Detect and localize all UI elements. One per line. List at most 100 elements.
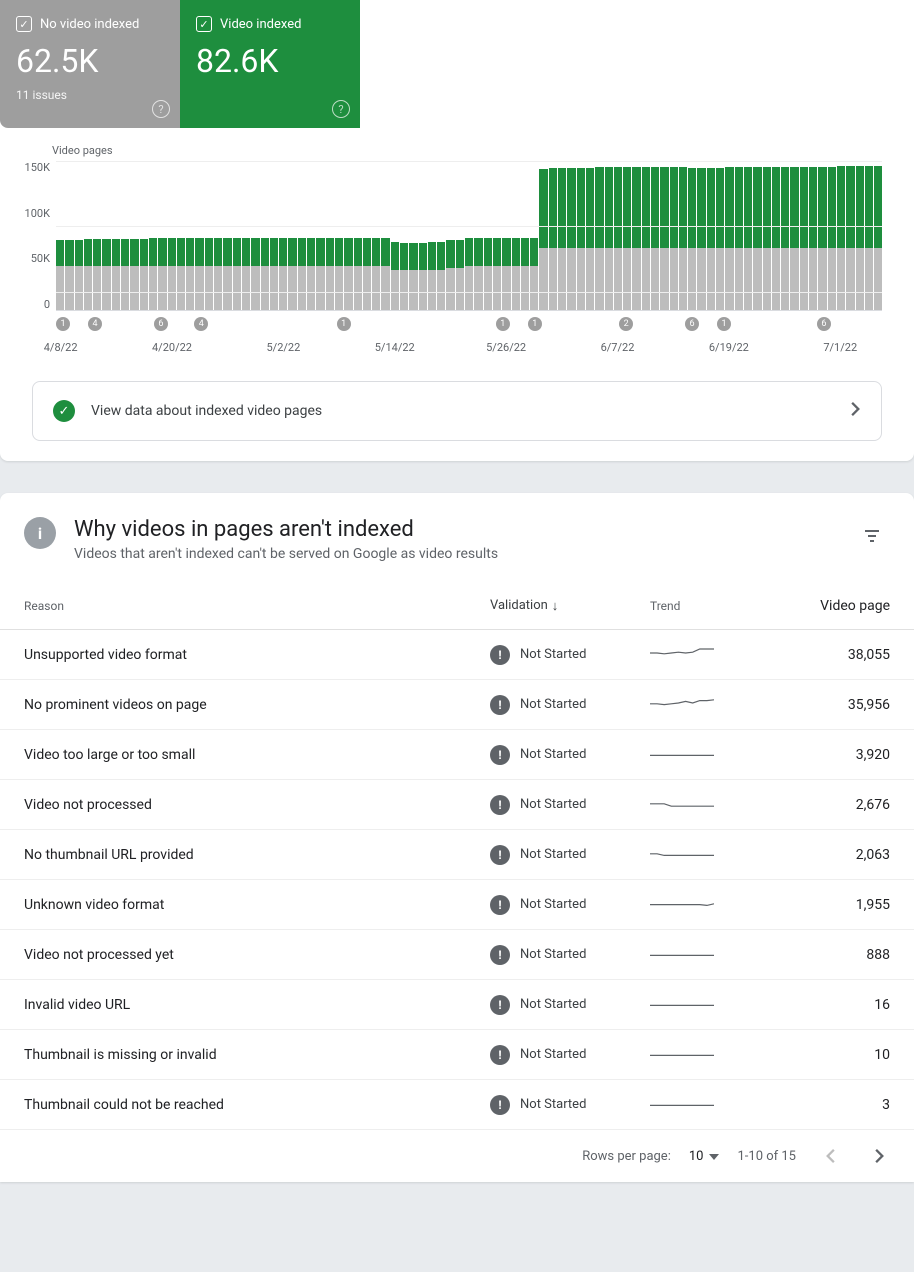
chart-bar[interactable] xyxy=(790,161,798,310)
chart-bar[interactable] xyxy=(214,161,222,310)
chart-bar[interactable] xyxy=(521,161,529,310)
table-row[interactable]: Unsupported video format!Not Started38,0… xyxy=(0,630,914,680)
chart-bar[interactable] xyxy=(679,161,687,310)
chart-bar[interactable] xyxy=(344,161,352,310)
help-icon[interactable]: ? xyxy=(152,100,170,118)
chart-bar[interactable] xyxy=(605,161,613,310)
event-badge[interactable]: 1 xyxy=(717,317,731,331)
chart-bar[interactable] xyxy=(660,161,668,310)
stat-card-no-video-indexed[interactable]: ✓ No video indexed 62.5K 11 issues ? xyxy=(0,0,180,128)
chart-bar[interactable] xyxy=(428,161,436,310)
chart-bar[interactable] xyxy=(112,161,120,310)
stat-card-video-indexed[interactable]: ✓ Video indexed 82.6K ? xyxy=(180,0,360,128)
chart-bar[interactable] xyxy=(326,161,334,310)
chart-bar[interactable] xyxy=(354,161,362,310)
chart-bar[interactable] xyxy=(84,161,92,310)
chart-bar[interactable] xyxy=(56,161,64,310)
chart-bar[interactable] xyxy=(381,161,389,310)
chart-bar[interactable] xyxy=(149,161,157,310)
chart-bar[interactable] xyxy=(93,161,101,310)
chart-bar[interactable] xyxy=(251,161,259,310)
chart-bar[interactable] xyxy=(512,161,520,310)
chart-bar[interactable] xyxy=(549,161,557,310)
chart-bar[interactable] xyxy=(530,161,538,310)
chart-bar[interactable] xyxy=(753,161,761,310)
chart-bar[interactable] xyxy=(446,161,454,310)
chart-bar[interactable] xyxy=(558,161,566,310)
chart-bar[interactable] xyxy=(697,161,705,310)
chart-bar[interactable] xyxy=(781,161,789,310)
chart-bar[interactable] xyxy=(391,161,399,310)
chart-bar[interactable] xyxy=(205,161,213,310)
event-badge[interactable]: 1 xyxy=(337,317,351,331)
chart-bar[interactable] xyxy=(809,161,817,310)
col-header-pages[interactable]: Video page xyxy=(770,598,890,614)
table-row[interactable]: Invalid video URL!Not Started16 xyxy=(0,980,914,1030)
chart-bar[interactable] xyxy=(874,161,882,310)
chart-bar[interactable] xyxy=(707,161,715,310)
chart-bar[interactable] xyxy=(195,161,203,310)
chart-bar[interactable] xyxy=(242,161,250,310)
chart-bar[interactable] xyxy=(632,161,640,310)
chart-bar[interactable] xyxy=(121,161,129,310)
rows-per-page-select[interactable]: 10 xyxy=(689,1149,720,1164)
event-badge[interactable]: 2 xyxy=(619,317,633,331)
table-row[interactable]: Video not processed!Not Started2,676 xyxy=(0,780,914,830)
chart-bar[interactable] xyxy=(735,161,743,310)
chart-bar[interactable] xyxy=(465,161,473,310)
chart-bar[interactable] xyxy=(65,161,73,310)
event-badge[interactable]: 1 xyxy=(496,317,510,331)
chart-bar[interactable] xyxy=(168,161,176,310)
chart-bar[interactable] xyxy=(335,161,343,310)
chart-bar[interactable] xyxy=(484,161,492,310)
col-header-validation[interactable]: Validation ↓ xyxy=(490,598,650,614)
chart-bar[interactable] xyxy=(577,161,585,310)
table-row[interactable]: Unknown video format!Not Started1,955 xyxy=(0,880,914,930)
event-badge[interactable]: 1 xyxy=(56,317,70,331)
chart-bar[interactable] xyxy=(623,161,631,310)
chart-bar[interactable] xyxy=(419,161,427,310)
col-header-trend[interactable]: Trend xyxy=(650,599,770,613)
chart-bar[interactable] xyxy=(586,161,594,310)
chart-bar[interactable] xyxy=(688,161,696,310)
chart-bar[interactable] xyxy=(223,161,231,310)
event-badge[interactable]: 6 xyxy=(154,317,168,331)
table-row[interactable]: Thumbnail is missing or invalid!Not Star… xyxy=(0,1030,914,1080)
event-badge[interactable]: 4 xyxy=(194,317,208,331)
chart-bar[interactable] xyxy=(316,161,324,310)
chart-bar[interactable] xyxy=(474,161,482,310)
table-row[interactable]: Video not processed yet!Not Started888 xyxy=(0,930,914,980)
col-header-reason[interactable]: Reason xyxy=(24,599,490,613)
next-page-button[interactable] xyxy=(864,1140,896,1172)
chart-bar[interactable] xyxy=(725,161,733,310)
chart-bar[interactable] xyxy=(409,161,417,310)
chart-bar[interactable] xyxy=(493,161,501,310)
chart-bar[interactable] xyxy=(539,161,547,310)
chart-bar[interactable] xyxy=(363,161,371,310)
chart-bar[interactable] xyxy=(279,161,287,310)
chart-bar[interactable] xyxy=(75,161,83,310)
chart-bar[interactable] xyxy=(270,161,278,310)
chart-bar[interactable] xyxy=(856,161,864,310)
chart-bar[interactable] xyxy=(437,161,445,310)
event-badge[interactable]: 4 xyxy=(88,317,102,331)
chart-bar[interactable] xyxy=(130,161,138,310)
chart-bar[interactable] xyxy=(800,161,808,310)
view-indexed-data-banner[interactable]: ✓ View data about indexed video pages xyxy=(32,381,882,441)
chart-bar[interactable] xyxy=(865,161,873,310)
table-row[interactable]: No prominent videos on page!Not Started3… xyxy=(0,680,914,730)
table-row[interactable]: Thumbnail could not be reached!Not Start… xyxy=(0,1080,914,1130)
chart-bar[interactable] xyxy=(158,161,166,310)
chart-bar[interactable] xyxy=(186,161,194,310)
chart-bars[interactable] xyxy=(56,161,882,311)
chart-bar[interactable] xyxy=(642,161,650,310)
chart-bar[interactable] xyxy=(567,161,575,310)
chart-bar[interactable] xyxy=(456,161,464,310)
event-badge[interactable]: 1 xyxy=(528,317,542,331)
chart-bar[interactable] xyxy=(763,161,771,310)
filter-icon[interactable] xyxy=(854,517,890,557)
chart-bar[interactable] xyxy=(818,161,826,310)
chart-bar[interactable] xyxy=(102,161,110,310)
chart-bar[interactable] xyxy=(372,161,380,310)
chart-bar[interactable] xyxy=(651,161,659,310)
